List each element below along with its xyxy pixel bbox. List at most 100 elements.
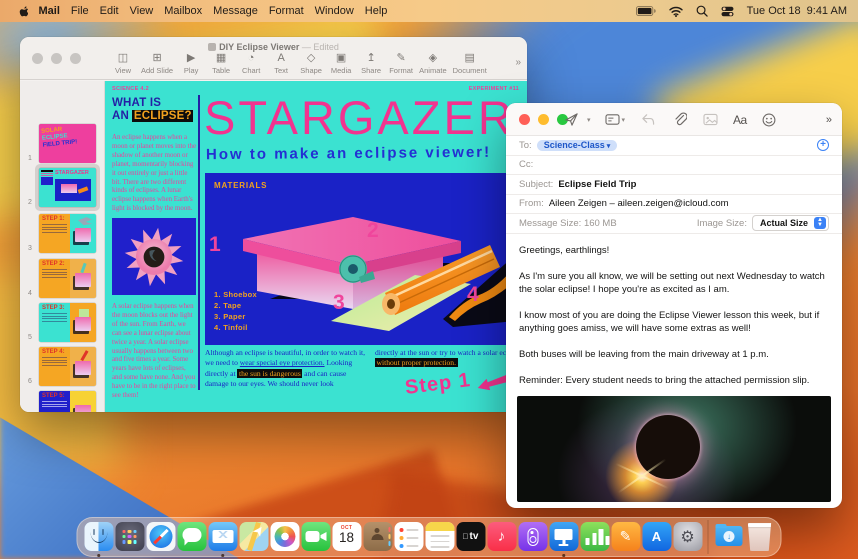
- dock-podcasts-icon[interactable]: [518, 522, 548, 552]
- slide-thumbnail-3[interactable]: 3 STEP 1:: [28, 214, 96, 253]
- reply-button[interactable]: [641, 113, 656, 126]
- column-divider: [198, 95, 200, 390]
- cc-field[interactable]: Cc:: [506, 156, 842, 175]
- dock-numbers-icon[interactable]: [580, 522, 610, 552]
- slide-subtitle: How to make an eclipse viewer!: [205, 143, 492, 164]
- mail-toolbar-overflow[interactable]: »: [826, 114, 832, 126]
- search-icon[interactable]: [696, 5, 708, 17]
- toolbar-share-button[interactable]: ↥ Share: [356, 52, 386, 76]
- dock-maps-icon[interactable]: [239, 522, 269, 552]
- body-paragraph: Reminder: Every student needs to bring t…: [519, 374, 810, 386]
- slide-thumbnail-7[interactable]: 7 STEP 5:: [39, 391, 96, 412]
- slide-thumbnail-2-selected[interactable]: 2 STARGAZER: [28, 164, 100, 211]
- play-icon: ▶: [186, 52, 196, 64]
- toolbar-view-button[interactable]: ◫ View: [108, 53, 138, 76]
- subject-field[interactable]: Subject: Eclipse Field Trip: [506, 175, 842, 195]
- battery-icon[interactable]: [635, 6, 656, 16]
- dock-trash-icon[interactable]: [745, 522, 775, 552]
- menu-edit[interactable]: Edit: [94, 5, 124, 17]
- close-button[interactable]: [32, 53, 43, 64]
- toolbar-animate-button[interactable]: ◈ Animate: [416, 53, 450, 76]
- eclipse-photo-attachment[interactable]: [517, 396, 831, 502]
- menu-format[interactable]: Format: [263, 5, 309, 17]
- toolbar-format-button[interactable]: ✎ Format: [386, 53, 416, 76]
- send-options-chevron[interactable]: ▾: [587, 116, 591, 124]
- mail-header-fields: To: Science-Class ▾ + Cc: Subject: Eclips…: [506, 136, 842, 234]
- dock-keynote-icon[interactable]: [549, 522, 579, 557]
- toolbar-media-button[interactable]: ▣ Media: [326, 52, 356, 76]
- control-center-icon[interactable]: [721, 6, 734, 17]
- slide-paragraph-2: A solar eclipse happens when the moon bl…: [112, 303, 196, 400]
- dock-notes-icon[interactable]: [425, 522, 455, 552]
- toolbar-play-button[interactable]: ▶ Play: [176, 52, 206, 76]
- minimize-button[interactable]: [538, 114, 549, 125]
- slide-heading: WHAT IS AN ECLIPSE?: [112, 97, 194, 122]
- insert-photo-button[interactable]: [703, 113, 718, 126]
- dock-music-icon[interactable]: ♪: [487, 522, 517, 552]
- menu-mailbox[interactable]: Mailbox: [159, 5, 208, 17]
- dock-launchpad-icon[interactable]: [115, 522, 145, 552]
- close-button[interactable]: [519, 114, 530, 125]
- running-indicator: [221, 554, 224, 557]
- add-recipient-button[interactable]: +: [817, 139, 829, 152]
- send-button[interactable]: [564, 112, 579, 127]
- dock-facetime-icon[interactable]: [301, 522, 331, 552]
- dock-calendar-icon[interactable]: OCT 18: [332, 522, 362, 552]
- zoom-button[interactable]: [70, 53, 81, 64]
- dock-mail-icon[interactable]: [208, 522, 238, 557]
- dock-appstore-icon[interactable]: A: [642, 522, 672, 552]
- body-paragraph: Greetings, earthlings!: [519, 244, 610, 256]
- wifi-icon[interactable]: [668, 6, 683, 17]
- menu-message[interactable]: Message: [208, 5, 264, 17]
- menu-window[interactable]: Window: [309, 5, 359, 17]
- toolbar-document-button[interactable]: ▤ Document: [450, 53, 490, 76]
- eclipse-moon: [636, 415, 700, 479]
- menu-view[interactable]: View: [124, 5, 159, 17]
- toolbar-chart-button[interactable]: ◔ Chart: [236, 52, 266, 76]
- dock-pages-icon[interactable]: ✎: [611, 522, 641, 552]
- toolbar-text-button[interactable]: A Text: [266, 53, 296, 76]
- slide-canvas[interactable]: SCIENCE 4.2 EXPERIMENT #11 WHAT IS AN EC…: [105, 81, 527, 412]
- menu-bar: Mail File Edit View Mailbox Message Form…: [0, 0, 858, 22]
- dock-appletv-icon[interactable]: tv: [456, 522, 486, 552]
- toolbar-shape-button[interactable]: ◇ Shape: [296, 53, 326, 76]
- menu-time[interactable]: 9:41 AM: [807, 5, 847, 17]
- toolbar-table-button[interactable]: ▦ Table: [206, 53, 236, 76]
- dock-reminders-icon[interactable]: [394, 522, 424, 552]
- slide-thumbnail-5[interactable]: 5 STEP 3:: [28, 303, 96, 342]
- image-size-select[interactable]: Actual Size ▲ ▼: [751, 215, 829, 232]
- dock-downloads-icon[interactable]: ↓: [714, 522, 744, 552]
- dock-messages-icon[interactable]: [177, 522, 207, 552]
- dock-settings-icon[interactable]: ⚙: [673, 522, 703, 552]
- menu-help[interactable]: Help: [359, 5, 393, 17]
- from-field[interactable]: From: Aileen Zeigen – aileen.zeigen@iclo…: [506, 195, 842, 214]
- slide-title: STARGAZER: [204, 91, 515, 144]
- menu-date[interactable]: Tue Oct 18: [747, 5, 801, 17]
- apple-menu-icon[interactable]: [12, 5, 33, 18]
- dock-photos-icon[interactable]: [270, 522, 300, 552]
- slide-thumbnail-6[interactable]: 6 STEP 4:: [28, 347, 96, 386]
- material-number-4: 4: [467, 283, 479, 306]
- minimize-button[interactable]: [51, 53, 62, 64]
- chart-icon: ◔: [247, 52, 255, 64]
- emoji-button[interactable]: [762, 113, 776, 127]
- dock-safari-icon[interactable]: [146, 522, 176, 552]
- dock-finder-icon[interactable]: [84, 522, 114, 557]
- toolbar-add-slide-button[interactable]: ⊞ Add Slide: [138, 52, 176, 76]
- slide-thumbnail-1[interactable]: 1 SOLAR ECLIPSE FIELD TRIP!: [28, 124, 96, 163]
- recipient-token[interactable]: Science-Class ▾: [536, 139, 618, 151]
- dock-contacts-icon[interactable]: [363, 522, 393, 552]
- format-button[interactable]: Aa: [733, 113, 747, 127]
- add-slide-icon: ⊞: [152, 52, 162, 64]
- menu-file[interactable]: File: [65, 5, 94, 17]
- toolbar-overflow-button[interactable]: »: [515, 53, 521, 68]
- warning-text-col2: directly at the sun or try to watch a so…: [375, 348, 521, 368]
- header-fields-button[interactable]: ▾: [604, 113, 625, 126]
- to-field[interactable]: To: Science-Class ▾ +: [506, 136, 842, 156]
- slide-paragraph-1: An eclipse happens when a moon or planet…: [112, 134, 197, 213]
- attach-button[interactable]: [673, 112, 688, 127]
- menu-app-name[interactable]: Mail: [33, 5, 65, 17]
- media-icon: ▣: [335, 52, 347, 64]
- share-icon: ↥: [366, 52, 376, 64]
- slide-thumbnail-4[interactable]: 4 STEP 2:: [28, 259, 96, 298]
